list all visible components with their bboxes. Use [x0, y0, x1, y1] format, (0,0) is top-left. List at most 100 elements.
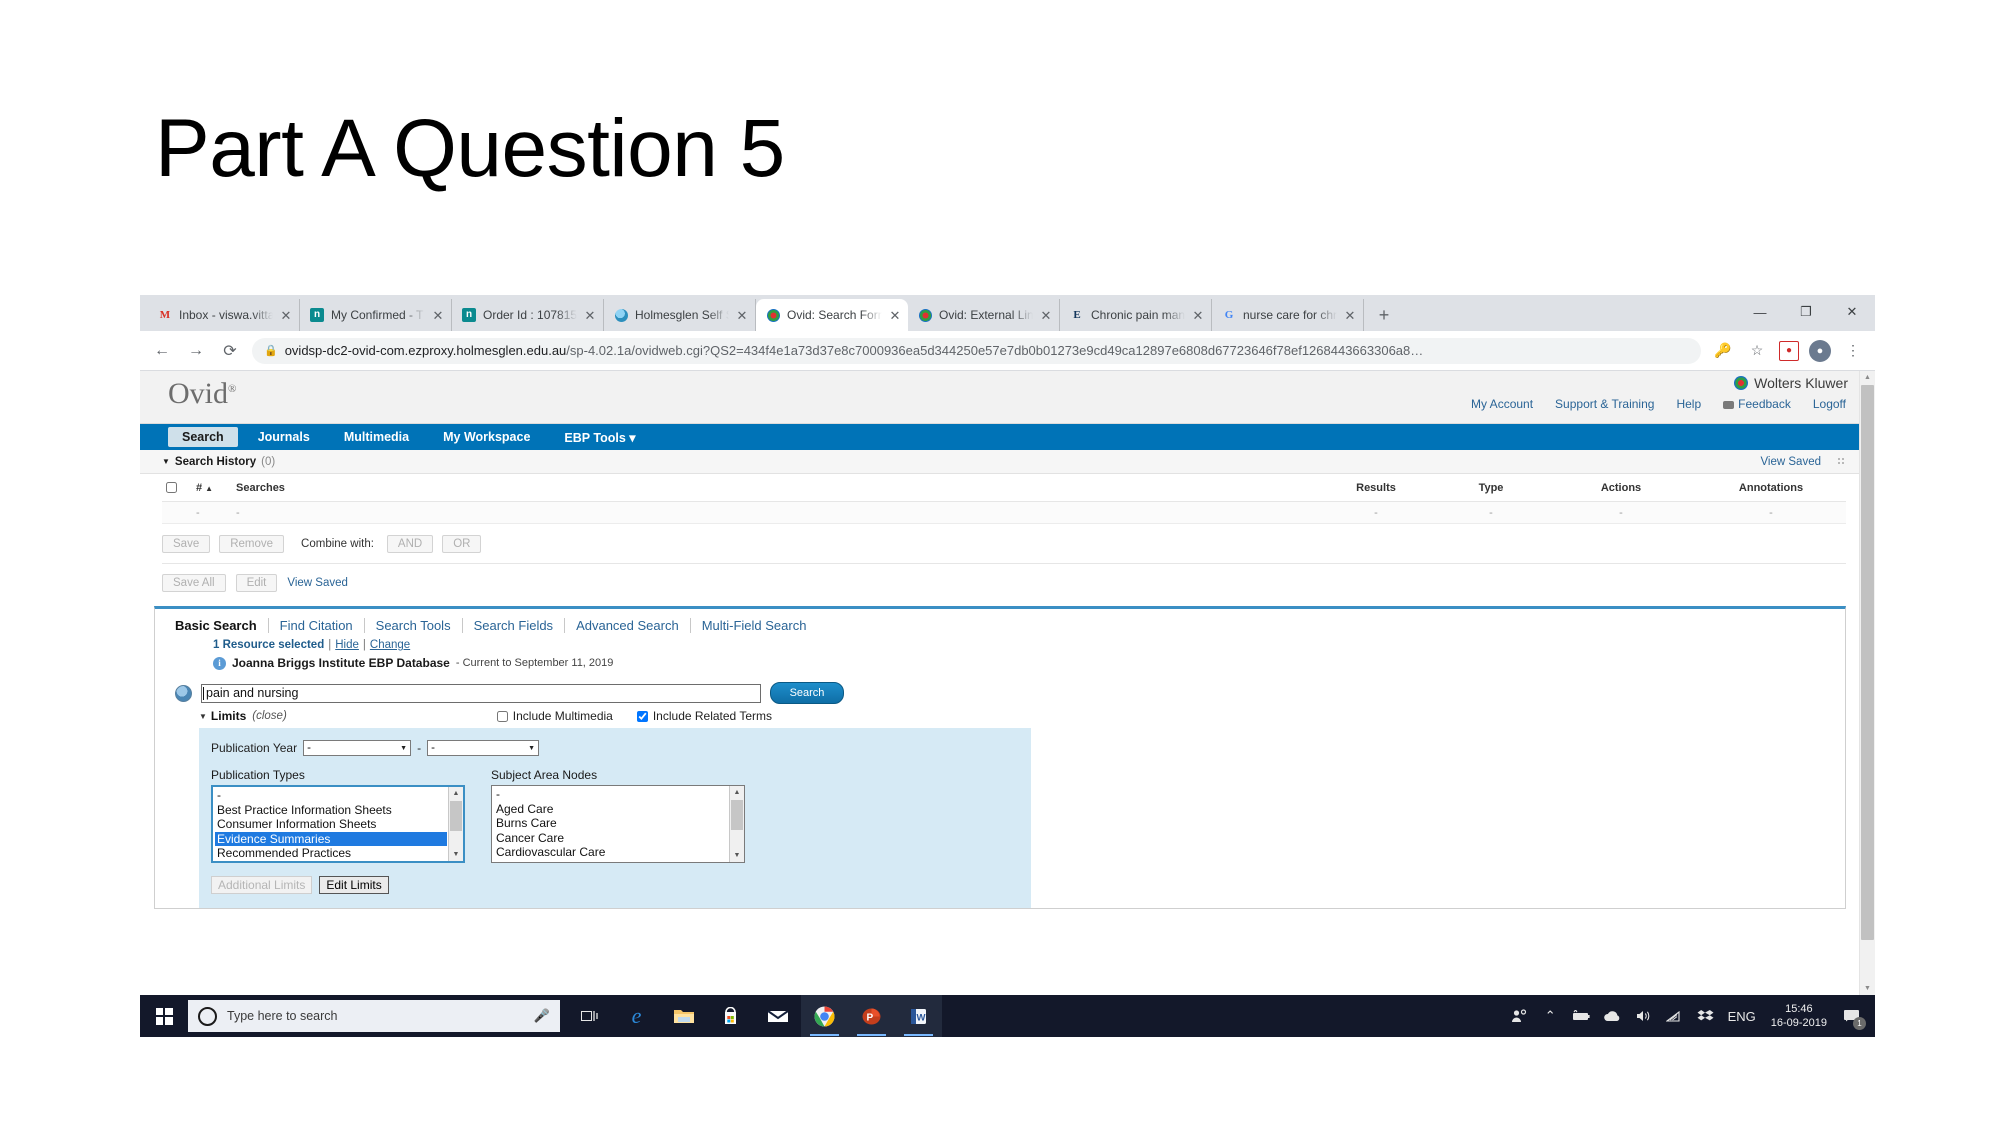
- edit-button[interactable]: Edit: [235, 574, 278, 592]
- tab-close-icon[interactable]: ✕: [1191, 309, 1205, 322]
- grip-handle-icon[interactable]: [1837, 457, 1846, 466]
- my-account-link[interactable]: My Account: [1471, 397, 1533, 411]
- forward-button[interactable]: →: [184, 339, 208, 363]
- include-related-terms-checkbox-wrap[interactable]: Include Related Terms: [636, 709, 772, 723]
- windows-start-icon[interactable]: [140, 995, 188, 1037]
- logoff-link[interactable]: Logoff: [1813, 397, 1846, 411]
- search-input[interactable]: pain and nursing: [201, 683, 761, 703]
- profile-avatar-icon[interactable]: ●: [1809, 339, 1831, 362]
- include-related-terms-checkbox[interactable]: [636, 710, 648, 722]
- browser-tab-6[interactable]: E Chronic pain mana ✕: [1060, 299, 1212, 331]
- tab-advanced-search[interactable]: Advanced Search: [565, 618, 691, 633]
- wifi-icon[interactable]: [1659, 995, 1690, 1037]
- nav-item-search[interactable]: Search: [168, 427, 238, 447]
- volume-icon[interactable]: [1628, 995, 1659, 1037]
- tab-close-icon[interactable]: ✕: [431, 309, 445, 322]
- tab-close-icon[interactable]: ✕: [583, 309, 597, 322]
- browser-tab-7[interactable]: G nurse care for chro ✕: [1212, 299, 1364, 331]
- taskbar-clock[interactable]: 15:46 16-09-2019: [1763, 1002, 1835, 1030]
- tab-close-icon[interactable]: ✕: [279, 309, 293, 322]
- dropbox-icon[interactable]: [1690, 995, 1721, 1037]
- mail-icon[interactable]: [754, 995, 801, 1037]
- list-item[interactable]: -: [215, 788, 447, 803]
- select-all-checkbox[interactable]: [166, 482, 177, 493]
- nav-item-multimedia[interactable]: Multimedia: [330, 427, 423, 447]
- help-link[interactable]: Help: [1676, 397, 1701, 411]
- bookmark-star-icon[interactable]: ☆: [1745, 339, 1769, 363]
- include-multimedia-checkbox-wrap[interactable]: Include Multimedia: [496, 709, 613, 723]
- nav-item-ebp-tools[interactable]: EBP Tools ▾: [550, 427, 649, 448]
- tab-search-fields[interactable]: Search Fields: [463, 618, 566, 633]
- col-number[interactable]: # ▲: [196, 482, 236, 494]
- change-resources-link[interactable]: Change: [370, 639, 410, 651]
- search-button[interactable]: Search: [770, 682, 844, 704]
- tab-search-tools[interactable]: Search Tools: [365, 618, 463, 633]
- list-item[interactable]: Recommended Practices: [215, 846, 447, 861]
- new-tab-button[interactable]: +: [1370, 301, 1398, 329]
- list-item[interactable]: Consumer Information Sheets: [215, 817, 447, 832]
- reload-button[interactable]: ⟳: [218, 339, 242, 363]
- remove-button[interactable]: Remove: [219, 535, 285, 553]
- taskbar-search-input[interactable]: Type here to search 🎤: [188, 1000, 560, 1032]
- feedback-link[interactable]: Feedback: [1723, 397, 1791, 411]
- combine-and-button[interactable]: AND: [386, 535, 434, 553]
- info-icon[interactable]: i: [213, 656, 226, 670]
- scroll-up-icon[interactable]: ▲: [730, 786, 744, 799]
- browser-tab-4-active[interactable]: Ovid: Search Form ✕: [756, 299, 908, 331]
- scrollbar-thumb[interactable]: [1861, 385, 1874, 940]
- additional-limits-button[interactable]: Additional Limits: [211, 876, 313, 894]
- task-view-icon[interactable]: [566, 995, 613, 1037]
- key-icon[interactable]: 🔑: [1711, 339, 1735, 363]
- chrome-icon[interactable]: [801, 995, 848, 1037]
- tab-multi-field-search[interactable]: Multi-Field Search: [691, 618, 818, 633]
- tab-close-icon[interactable]: ✕: [735, 309, 749, 322]
- list-item[interactable]: Aged Care: [494, 802, 728, 817]
- combine-or-button[interactable]: OR: [442, 535, 482, 553]
- list-item[interactable]: Systematic Review Protocols: [215, 861, 447, 862]
- nav-item-my-workspace[interactable]: My Workspace: [429, 427, 544, 447]
- list-item[interactable]: Cancer Care: [494, 831, 728, 846]
- browser-tab-3[interactable]: Holmesglen Self S… ✕: [604, 299, 756, 331]
- hide-resources-link[interactable]: Hide: [335, 639, 359, 651]
- cortana-circle-icon[interactable]: [198, 1006, 217, 1026]
- view-saved-link[interactable]: View Saved: [287, 577, 348, 589]
- battery-icon[interactable]: [1566, 995, 1597, 1037]
- file-explorer-icon[interactable]: [660, 995, 707, 1037]
- scrollbar-thumb[interactable]: [450, 801, 462, 831]
- publication-year-to-select[interactable]: - ▼: [427, 740, 540, 756]
- browser-tab-5[interactable]: Ovid: External Link ✕: [908, 299, 1060, 331]
- publication-types-scrollbar[interactable]: ▲ ▼: [448, 787, 463, 861]
- nav-item-journals[interactable]: Journals: [244, 427, 324, 447]
- list-item[interactable]: Chronic Disease: [494, 860, 728, 862]
- onedrive-icon[interactable]: [1597, 995, 1628, 1037]
- tab-close-icon[interactable]: ✕: [888, 309, 902, 322]
- address-bar[interactable]: 🔒 ovidsp-dc2-ovid-com.ezproxy.holmesglen…: [252, 337, 1701, 364]
- publication-year-from-select[interactable]: - ▼: [303, 740, 412, 756]
- three-dot-menu-icon[interactable]: ⋮: [1841, 339, 1865, 363]
- maximize-button[interactable]: ❐: [1783, 295, 1829, 329]
- browser-tab-2[interactable]: n Order Id : 1078151 ✕: [452, 299, 604, 331]
- close-button[interactable]: ✕: [1829, 295, 1875, 329]
- list-item[interactable]: Cardiovascular Care: [494, 845, 728, 860]
- history-view-saved-link[interactable]: View Saved: [1760, 456, 1821, 468]
- limits-label[interactable]: Limits: [211, 709, 246, 723]
- limits-state-label[interactable]: (close): [252, 710, 287, 722]
- powerpoint-icon[interactable]: P: [848, 995, 895, 1037]
- browser-tab-1[interactable]: n My Confirmed - T… ✕: [300, 299, 452, 331]
- support-training-link[interactable]: Support & Training: [1555, 397, 1654, 411]
- subject-area-nodes-listbox[interactable]: - Aged Care Burns Care Cancer Care Cardi…: [491, 785, 745, 863]
- tab-close-icon[interactable]: ✕: [1343, 309, 1357, 322]
- publication-types-listbox[interactable]: - Best Practice Information Sheets Consu…: [211, 785, 465, 863]
- list-item[interactable]: Best Practice Information Sheets: [215, 803, 447, 818]
- word-icon[interactable]: W: [895, 995, 942, 1037]
- ovid-logo[interactable]: Ovid®: [168, 377, 236, 411]
- scroll-down-icon[interactable]: ▼: [730, 849, 744, 862]
- edit-limits-button[interactable]: Edit Limits: [319, 876, 389, 894]
- list-item-selected[interactable]: Evidence Summaries: [215, 831, 447, 847]
- include-multimedia-checkbox[interactable]: [496, 710, 508, 722]
- scroll-up-icon[interactable]: ▲: [449, 787, 463, 800]
- language-indicator[interactable]: ENG: [1721, 995, 1763, 1037]
- action-center-icon[interactable]: 1: [1835, 995, 1869, 1037]
- chevron-down-icon[interactable]: ▼: [162, 457, 170, 466]
- subject-area-nodes-scrollbar[interactable]: ▲ ▼: [729, 786, 744, 862]
